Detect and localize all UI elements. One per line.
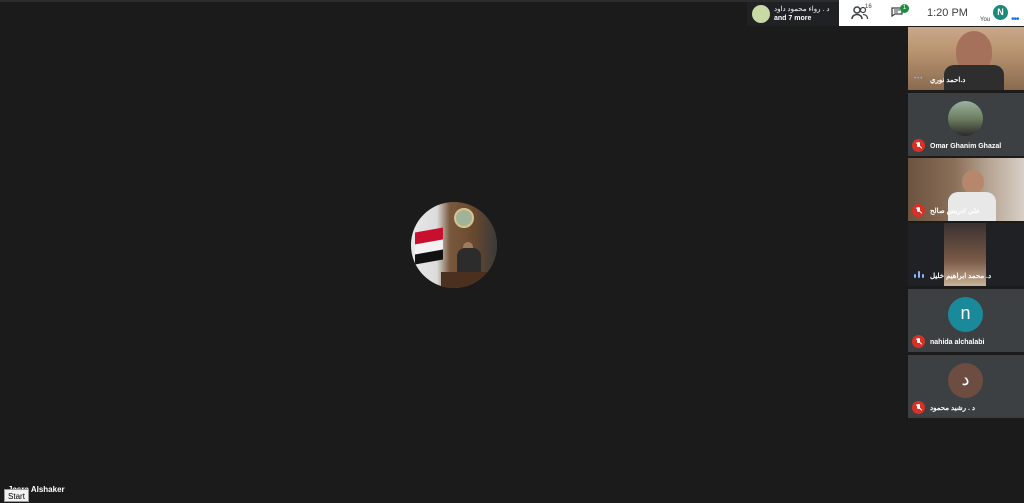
- emblem: [454, 208, 474, 228]
- participant-name: د. محمد ابراهيم خليل: [930, 273, 992, 280]
- self-avatar[interactable]: N: [993, 5, 1008, 20]
- presenter-avatar: [752, 5, 770, 23]
- participant-tile[interactable]: ••• د.احمد نوري: [908, 27, 1024, 90]
- clock: 1:20 PM: [927, 7, 968, 19]
- participant-name: د.احمد نوري: [930, 77, 966, 84]
- participant-tile[interactable]: د. محمد ابراهيم خليل: [908, 223, 1024, 286]
- participant-tile[interactable]: علي ادريس صالح: [908, 158, 1024, 221]
- mic-off-icon: [912, 401, 925, 414]
- participant-tile[interactable]: n nahida alchalabi: [908, 289, 1024, 352]
- main-speaker-avatar: [411, 202, 497, 288]
- participant-name: علي ادريس صالح: [930, 208, 981, 215]
- mic-off-icon: [912, 335, 925, 348]
- start-button[interactable]: Start: [4, 489, 29, 502]
- participant-initial-avatar: n: [948, 297, 983, 332]
- speaking-dots-icon: •••: [914, 76, 924, 82]
- participant-tile[interactable]: Omar Ghanim Ghazal: [908, 93, 1024, 156]
- participant-initial-avatar: د: [948, 363, 983, 398]
- people-count: 16: [865, 4, 872, 10]
- you-label: You: [980, 17, 991, 23]
- presenter-names: د . رواء محمود داود and 7 more: [774, 5, 829, 23]
- participant-video: [908, 27, 1024, 90]
- mic-off-icon: [912, 204, 925, 217]
- participant-name: nahida alchalabi: [930, 339, 985, 346]
- participant-name: Omar Ghanim Ghazal: [930, 143, 1002, 150]
- presenter-name: د . رواء محمود داود: [774, 6, 830, 13]
- meeting-toolbar: 16 1 1:20 PM N You •••: [839, 0, 1024, 26]
- presenter-more: and 7 more: [774, 15, 812, 22]
- participant-tile[interactable]: د د . رشيد محمود: [908, 355, 1024, 418]
- participant-name: د . رشيد محمود: [930, 405, 975, 412]
- audio-level-icon: [914, 271, 924, 278]
- mic-off-icon: [912, 139, 925, 152]
- presenter-chip[interactable]: د . رواء محمود داود and 7 more: [747, 2, 839, 26]
- more-dots-icon[interactable]: •••: [1011, 14, 1019, 25]
- participant-photo: [948, 101, 983, 136]
- chat-badge: 1: [900, 4, 909, 13]
